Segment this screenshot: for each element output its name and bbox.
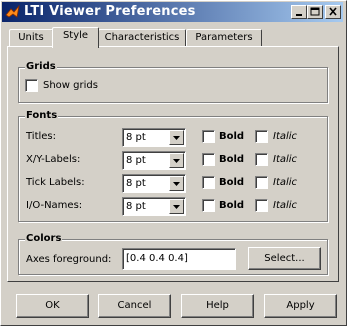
show-grids-checkbox[interactable]	[25, 79, 38, 92]
maximize-button[interactable]	[307, 5, 323, 19]
italic-label: Italic	[273, 131, 298, 142]
show-grids-label: Show grids	[43, 80, 98, 91]
grids-group-title: Grids	[25, 61, 57, 72]
help-button[interactable]: Help	[181, 294, 254, 318]
select-color-button[interactable]: Select...	[248, 247, 321, 270]
fonts-group: Fonts Titles: 8 pt Bold Italic X/Y-Label…	[18, 110, 328, 222]
cancel-button[interactable]: Cancel	[98, 294, 171, 318]
bold-checkbox[interactable]	[202, 176, 215, 189]
preferences-window: LTI Viewer Preferences Units Style Chara…	[0, 0, 347, 326]
chevron-down-icon	[173, 182, 180, 186]
font-row-label: X/Y-Labels:	[26, 154, 81, 165]
axes-foreground-label: Axes foreground:	[26, 254, 112, 265]
italic-checkbox[interactable]	[255, 199, 268, 212]
font-size-dropdown[interactable]: 8 pt	[122, 174, 186, 193]
style-tab-panel: Grids Show grids Fonts Titles: 8 pt Bold…	[7, 46, 339, 282]
colors-group: Colors Axes foreground: [0.4 0.4 0.4] Se…	[18, 233, 328, 275]
font-size-dropdown[interactable]: 8 pt	[122, 128, 186, 147]
title-bar[interactable]: LTI Viewer Preferences	[2, 2, 343, 22]
tab-units[interactable]: Units	[9, 29, 53, 46]
italic-label: Italic	[273, 154, 298, 165]
dropdown-arrow-button[interactable]	[169, 153, 184, 168]
chevron-down-icon	[173, 136, 180, 140]
grids-group: Grids Show grids	[18, 61, 328, 103]
close-button[interactable]	[325, 5, 341, 19]
window-title: LTI Viewer Preferences	[24, 4, 196, 19]
bold-checkbox[interactable]	[202, 130, 215, 143]
font-row-label: Tick Labels:	[26, 177, 85, 188]
dropdown-arrow-button[interactable]	[169, 199, 184, 214]
colors-group-title: Colors	[25, 233, 63, 244]
chevron-down-icon	[173, 159, 180, 163]
bold-checkbox[interactable]	[202, 153, 215, 166]
italic-label: Italic	[273, 177, 298, 188]
tab-characteristics[interactable]: Characteristics	[98, 29, 186, 46]
tab-strip: Units Style Characteristics Parameters	[1, 27, 346, 48]
axes-foreground-input[interactable]: [0.4 0.4 0.4]	[122, 248, 236, 270]
font-size-dropdown[interactable]: 8 pt	[122, 197, 186, 216]
font-row-label: Titles:	[26, 131, 57, 142]
font-row-label: I/O-Names:	[26, 200, 83, 211]
italic-checkbox[interactable]	[255, 176, 268, 189]
close-icon	[329, 7, 337, 16]
tab-parameters[interactable]: Parameters	[186, 29, 262, 46]
bold-label: Bold	[219, 200, 245, 211]
dropdown-arrow-button[interactable]	[169, 130, 184, 145]
italic-checkbox[interactable]	[255, 130, 268, 143]
minimize-button[interactable]	[291, 5, 307, 19]
tab-style[interactable]: Style	[52, 27, 99, 48]
minimize-icon	[296, 14, 302, 16]
bold-label: Bold	[219, 154, 245, 165]
bold-label: Bold	[219, 131, 245, 142]
fonts-group-title: Fonts	[25, 110, 59, 121]
maximize-icon	[310, 7, 320, 16]
chevron-down-icon	[173, 205, 180, 209]
font-size-dropdown[interactable]: 8 pt	[122, 151, 186, 170]
italic-checkbox[interactable]	[255, 153, 268, 166]
matlab-logo-icon	[5, 5, 20, 18]
ok-button[interactable]: OK	[16, 294, 89, 318]
bold-label: Bold	[219, 177, 245, 188]
bold-checkbox[interactable]	[202, 199, 215, 212]
apply-button[interactable]: Apply	[264, 294, 337, 318]
italic-label: Italic	[273, 200, 298, 211]
dropdown-arrow-button[interactable]	[169, 176, 184, 191]
